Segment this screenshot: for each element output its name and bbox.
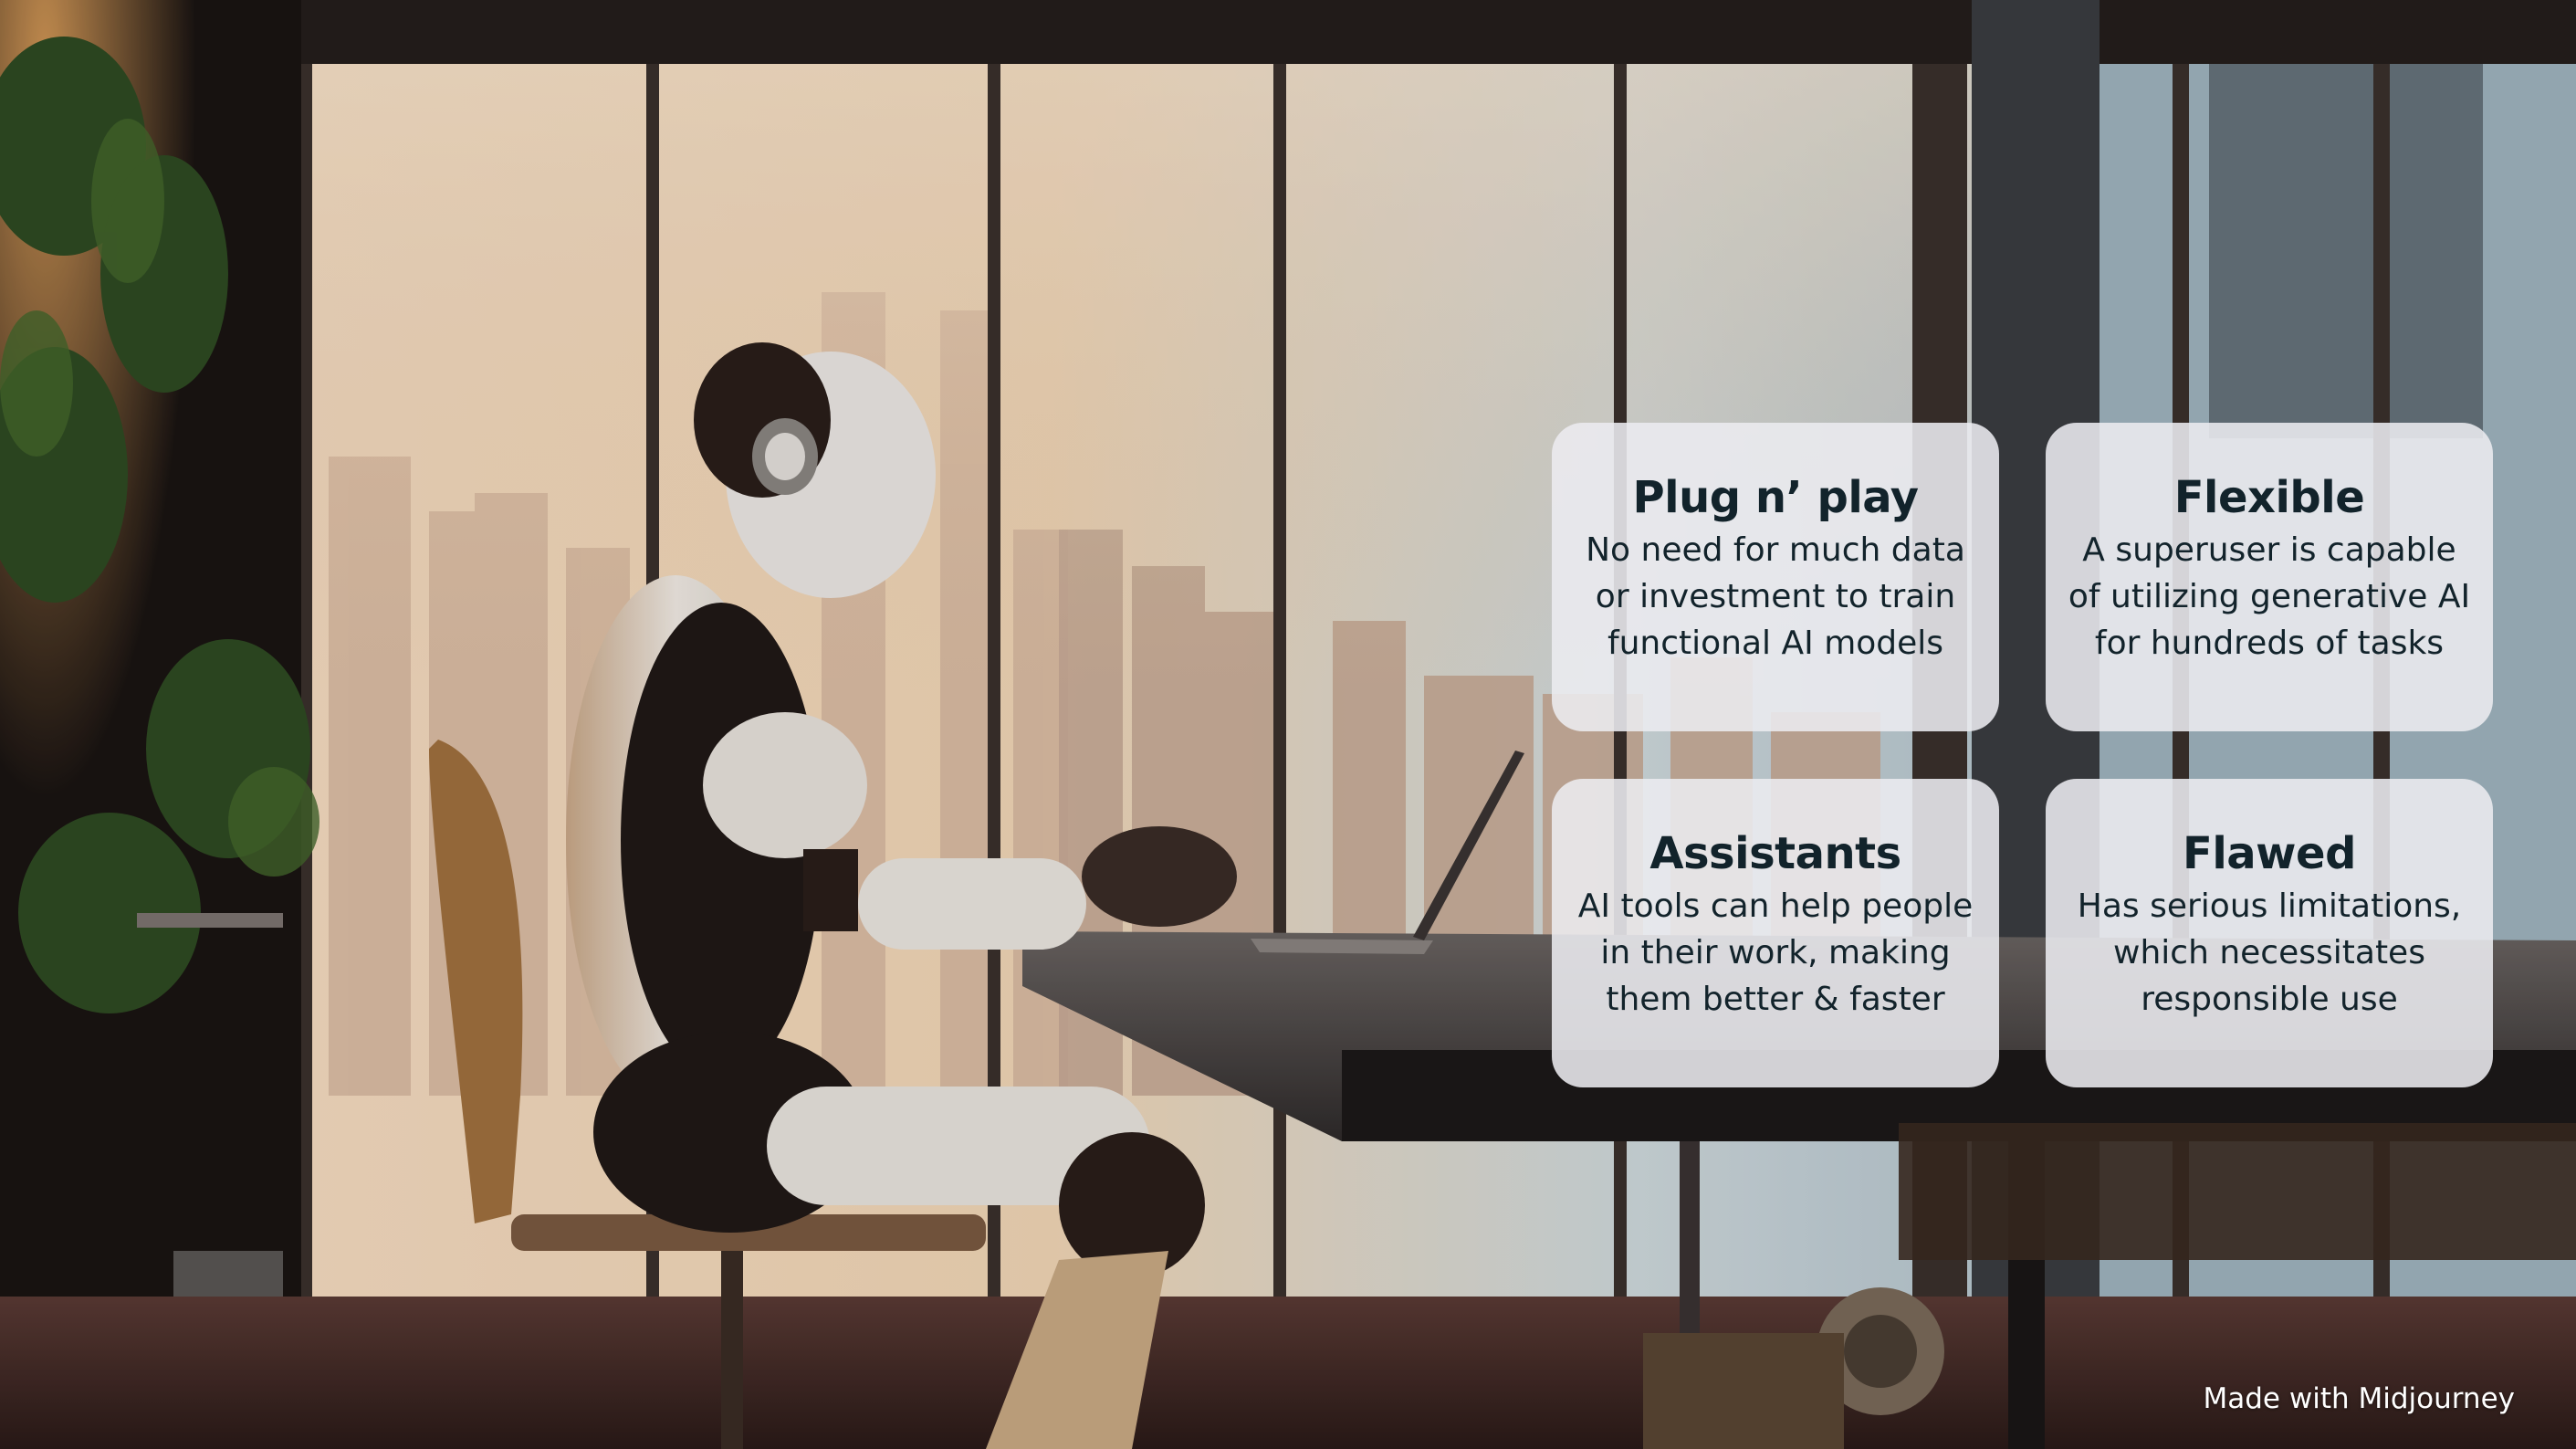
card-title: Flawed [2183,828,2356,879]
card-title: Assistants [1649,828,1901,879]
card-body: AI tools can help people in their work, … [1577,887,1974,1018]
card-body: Has serious limitations, which necessita… [2077,887,2462,1018]
card-body: No need for much data or investment to t… [1586,531,1965,662]
image-credit: Made with Midjourney [2203,1382,2516,1415]
card-body: A superuser is capable of utilizing gene… [2068,531,2471,662]
feature-card-flexible: Flexible A superuser is capable of utili… [2046,423,2493,731]
feature-card-flawed: Flawed Has serious limitations, which ne… [2046,779,2493,1087]
card-title: Flexible [2173,472,2365,523]
feature-card-assistants: Assistants AI tools can help people in t… [1552,779,1999,1087]
card-title: Plug n’ play [1632,472,1919,523]
feature-card-plug-n-play: Plug n’ play No need for much data or in… [1552,423,1999,731]
